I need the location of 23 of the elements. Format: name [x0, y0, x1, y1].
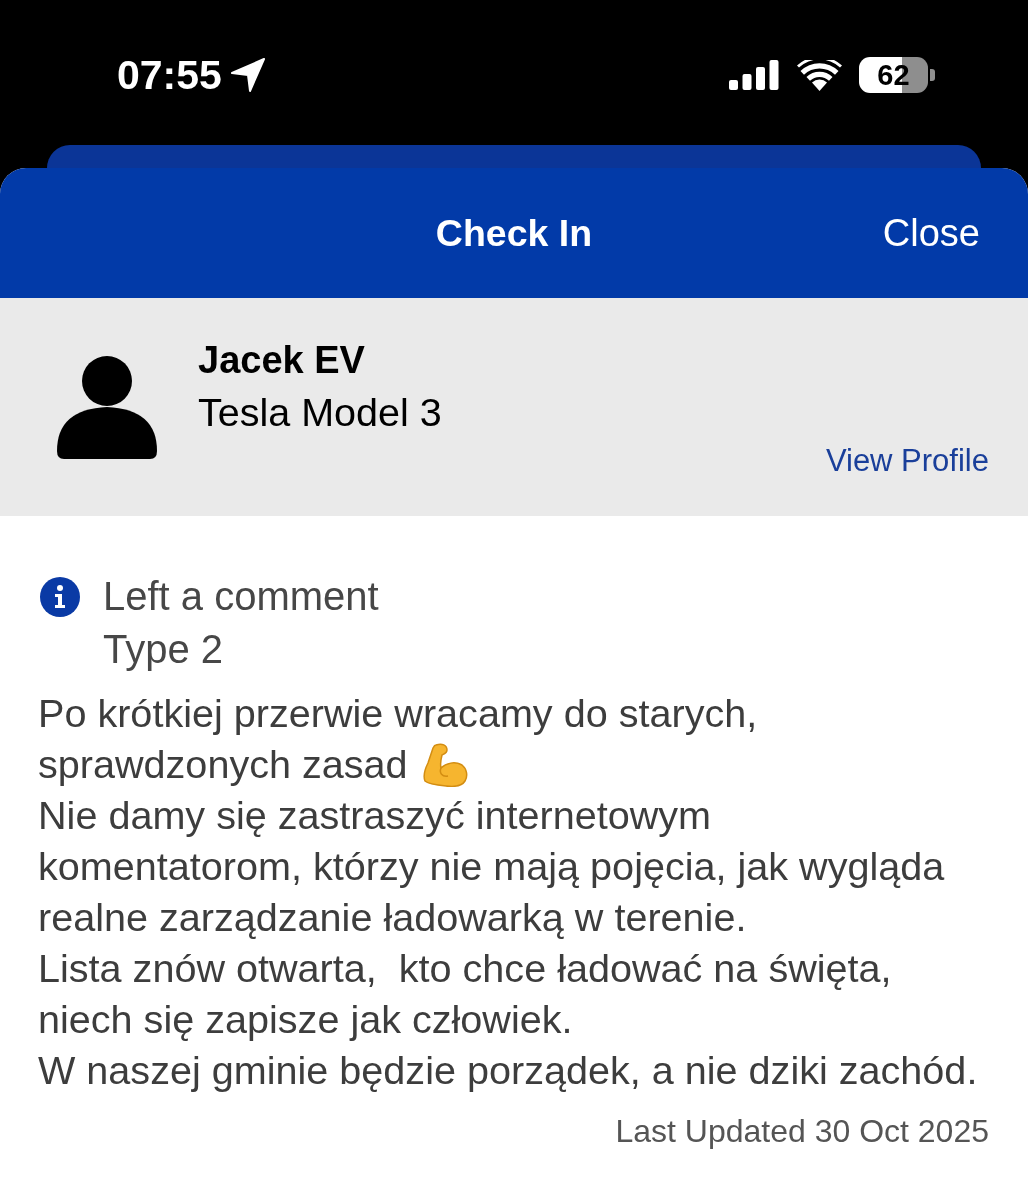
location-arrow-icon — [230, 58, 265, 92]
view-profile-link[interactable]: View Profile — [825, 443, 989, 479]
connector-type: Type 2 — [103, 626, 224, 673]
check-in-action: Left a comment — [103, 573, 379, 620]
comment-line: W naszej gminie będzie porządek, a nie dziki zachód. — [38, 1047, 978, 1094]
last-updated-text: Last Updated 30 Oct 2025 — [615, 1113, 989, 1149]
comment-line: sprawdzonych zasad — [38, 741, 408, 788]
info-icon — [40, 577, 80, 617]
sheet-title: Check In — [435, 211, 593, 256]
wifi-icon — [797, 59, 842, 91]
comment-line: komentatorom, którzy nie mają pojęcia, jak wygląda — [38, 843, 945, 890]
comment-line: Nie damy się zastraszyć internetowym — [38, 792, 712, 839]
vehicle-model: Tesla Model 3 — [198, 389, 442, 436]
comment-line: realne zarządzanie ładowarką w terenie. — [38, 894, 747, 941]
battery-indicator: 62 — [859, 57, 935, 93]
comment-line: Lista znów otwarta, kto chce ładować na święta, — [38, 945, 892, 992]
status-time: 07:55 — [117, 52, 222, 98]
signal-bars-icon — [729, 60, 779, 90]
comment-line: niech się zapisze jak człowiek. — [38, 996, 573, 1043]
comment-line: Po krótkiej przerwie wracamy do starych, — [38, 690, 758, 737]
person-silhouette-icon — [57, 353, 157, 459]
profile-name: Jacek EV — [198, 338, 365, 383]
close-button[interactable]: Close — [882, 210, 980, 256]
